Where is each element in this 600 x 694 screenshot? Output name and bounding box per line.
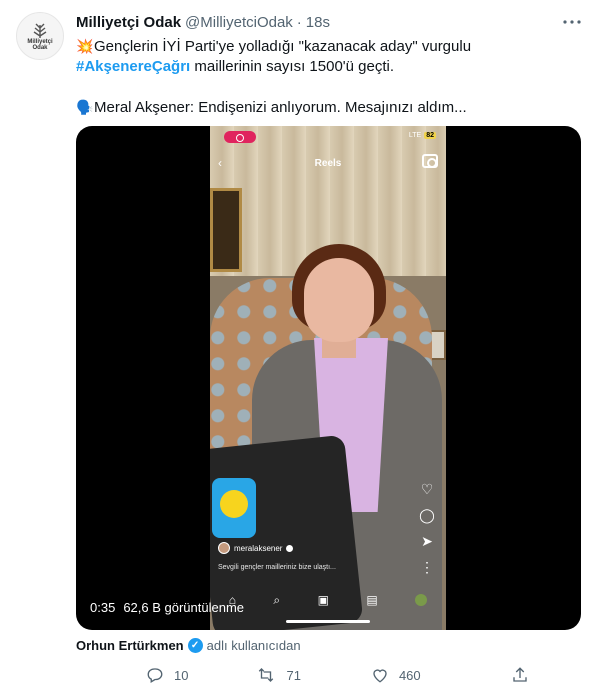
reels-verified-icon xyxy=(286,544,294,552)
hashtag-link[interactable]: #AkşenereÇağrı xyxy=(76,58,190,75)
author-handle[interactable]: @MilliyetciOdak xyxy=(185,14,293,31)
phone-status-bar: LTE 82 xyxy=(409,132,436,139)
reply-count: 10 xyxy=(174,667,189,683)
reels-username: meralaksener xyxy=(234,543,283,553)
attributed-user-name[interactable]: Orhun Ertürkmen xyxy=(76,638,184,653)
reply-icon xyxy=(147,668,163,683)
collision-emoji: 💥 xyxy=(76,38,94,54)
video-views: 62,6 B görüntülenme xyxy=(123,600,245,615)
comment-icon: ◯ xyxy=(419,507,435,523)
share-icon xyxy=(512,667,527,682)
like-button[interactable]: 460 xyxy=(371,666,421,684)
reels-user: meralaksener xyxy=(218,542,294,554)
reels-side-actions: ♡ ◯ ➤ ⋮ xyxy=(418,482,436,574)
camera-icon xyxy=(422,154,438,168)
tweet-line-1: Gençlerin İYİ Parti'ye yolladığı "kazana… xyxy=(94,38,472,55)
author-name[interactable]: Milliyetçi Odak xyxy=(76,14,181,31)
reels-nav: ⌂ ⌕ ▣ ▤ xyxy=(210,590,446,610)
video-attribution: Orhun Ertürkmen ✓ adlı kullanıcıdan xyxy=(76,636,301,654)
tweet: Milliyetçi Odak Milliyetçi Odak @Milliye… xyxy=(0,0,600,694)
sun-icon xyxy=(220,490,248,518)
video-duration: 0:35 xyxy=(90,600,116,615)
network-label: LTE xyxy=(408,132,422,139)
share-button[interactable] xyxy=(511,666,529,684)
video-frame: LTE 82 ‹ Reels ♡ ◯ ➤ ⋮ meralaksener Sevg… xyxy=(210,126,446,630)
reels-icon: ▣ xyxy=(317,593,329,607)
tweet-actions: 10 71 460 xyxy=(76,662,576,688)
painting-left xyxy=(210,188,242,272)
shop-icon: ▤ xyxy=(366,593,378,607)
reels-caption: Sevgili gençler mailleriniz bize ulaştı.… xyxy=(218,564,336,571)
retweet-icon xyxy=(259,668,274,682)
more-icon[interactable] xyxy=(560,12,584,32)
search-icon: ⌕ xyxy=(273,592,281,607)
tweet-line-3: Meral Akşener: Endişenizi anlıyorum. Mes… xyxy=(94,99,467,116)
retweet-button[interactable]: 71 xyxy=(256,666,301,684)
separator-dot: · xyxy=(296,13,302,31)
video-player[interactable]: LTE 82 ‹ Reels ♡ ◯ ➤ ⋮ meralaksener Sevg… xyxy=(76,126,581,630)
person-face xyxy=(304,258,374,342)
avatar-text: Milliyetçi Odak xyxy=(27,39,53,51)
speaking-head-emoji: 🗣️ xyxy=(76,99,94,115)
like-icon xyxy=(373,669,387,683)
profile-icon xyxy=(415,594,428,606)
heart-icon: ♡ xyxy=(420,481,434,497)
tweet-line-2: maillerinin sayısı 1500'ü geçti. xyxy=(190,58,395,75)
party-logo-sticker xyxy=(212,478,256,538)
send-icon: ➤ xyxy=(421,533,433,549)
reply-button[interactable]: 10 xyxy=(146,666,188,684)
record-indicator-icon xyxy=(224,131,256,143)
more-vertical-icon: ⋮ xyxy=(420,559,434,575)
reels-title: Reels xyxy=(314,158,342,169)
retweet-count: 71 xyxy=(286,667,301,683)
tweet-text: 💥Gençlerin İYİ Parti'ye yolladığı "kazan… xyxy=(76,36,576,118)
battery-icon: 82 xyxy=(424,132,436,139)
wheat-logo-icon xyxy=(33,23,47,38)
reels-user-avatar xyxy=(218,542,230,554)
video-meta-overlay: 0:35 62,6 B görüntülenme xyxy=(90,600,244,615)
author-avatar[interactable]: Milliyetçi Odak xyxy=(16,12,64,60)
home-indicator xyxy=(286,620,370,623)
like-count: 460 xyxy=(398,667,421,683)
tweet-time[interactable]: 18s xyxy=(306,14,330,31)
tweet-header: Milliyetçi Odak @MilliyetciOdak · 18s xyxy=(76,12,584,32)
attribution-suffix: adlı kullanıcıdan xyxy=(206,637,301,653)
verified-icon: ✓ xyxy=(187,637,203,653)
